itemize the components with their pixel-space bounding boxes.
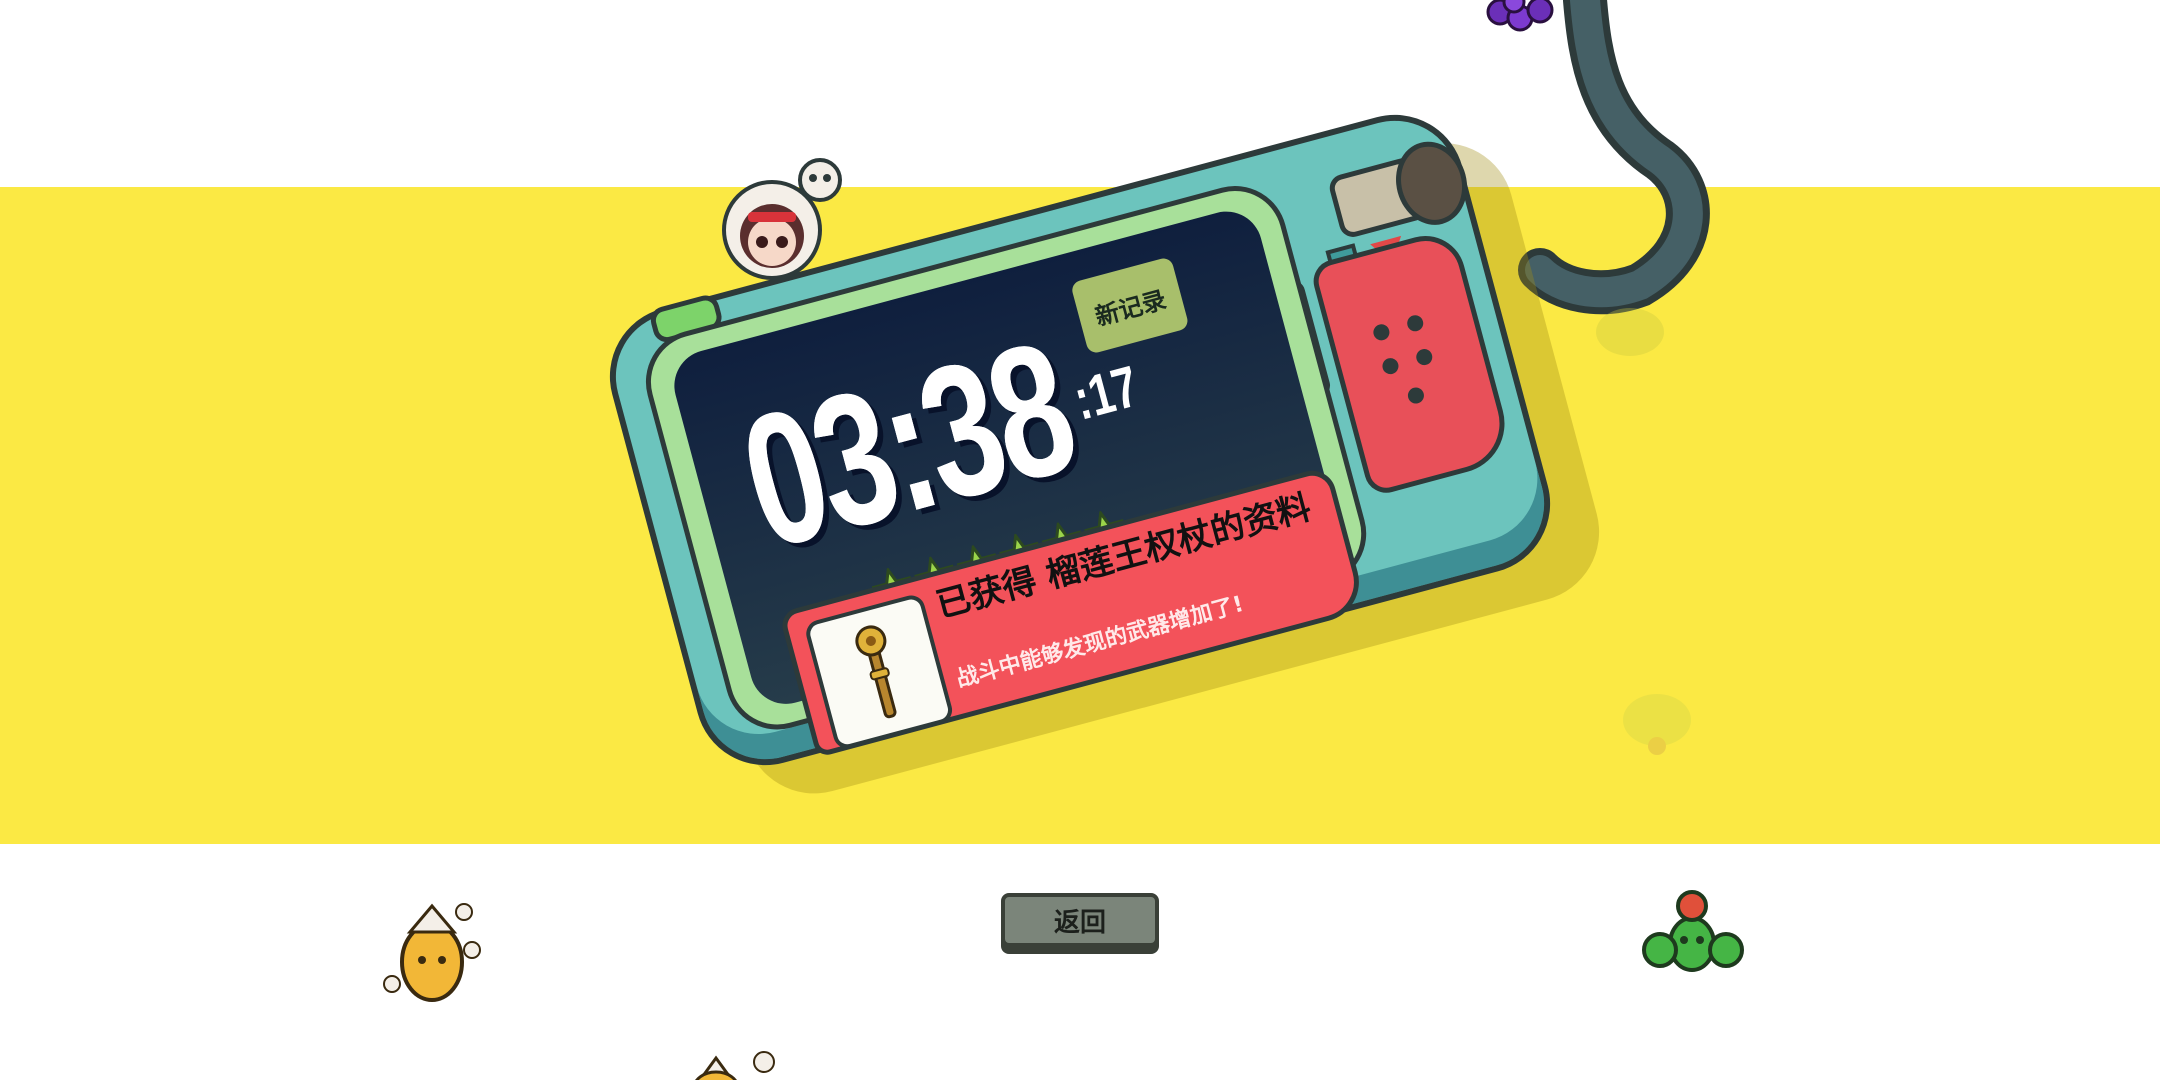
cactus-creature-icon bbox=[1642, 890, 1744, 972]
faded-creature-icon bbox=[1596, 308, 1664, 356]
speaker-hole bbox=[1405, 313, 1426, 334]
new-record-badge: 新记录 bbox=[1070, 256, 1190, 355]
durian-creature-icon bbox=[383, 903, 481, 1002]
scepter-icon bbox=[855, 625, 897, 719]
speaker-hole bbox=[1406, 385, 1426, 406]
clear-time-milliseconds: :17 bbox=[1067, 353, 1145, 433]
speaker-hole bbox=[1380, 356, 1401, 376]
speaker-hole bbox=[1414, 347, 1435, 367]
speaker-hole bbox=[1371, 322, 1392, 343]
durian-creature-icon bbox=[695, 1051, 775, 1080]
faded-creature-icon bbox=[1623, 694, 1691, 755]
back-button[interactable]: 返回 bbox=[1001, 893, 1159, 947]
character-mascot-icon bbox=[722, 158, 842, 280]
grape-icon bbox=[1486, 0, 1554, 32]
